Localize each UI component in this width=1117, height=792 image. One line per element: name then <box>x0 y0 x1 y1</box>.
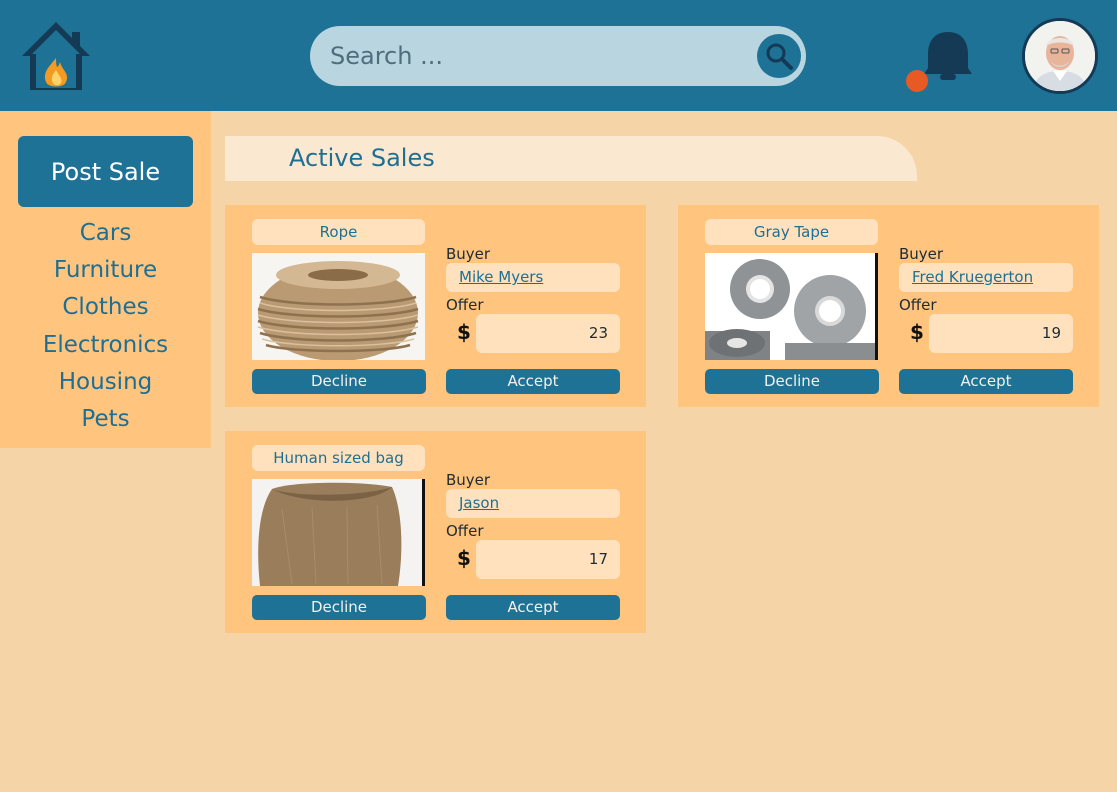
accept-button[interactable]: Accept <box>899 369 1073 394</box>
buyer-name-link[interactable]: Jason <box>459 494 499 512</box>
offer-amount: 23 <box>476 314 620 353</box>
buyer-name-link[interactable]: Fred Kruegerton <box>912 268 1033 286</box>
category-furniture[interactable]: Furniture <box>0 252 211 289</box>
gray-tape-image[interactable] <box>705 253 878 360</box>
category-list: Cars Furniture Clothes Electronics Housi… <box>0 215 211 438</box>
currency-symbol: $ <box>910 320 924 344</box>
accept-button[interactable]: Accept <box>446 369 620 394</box>
sale-card: Gray Tape Buyer Fred Kruegerton Offer $ … <box>678 205 1099 407</box>
category-electronics[interactable]: Electronics <box>0 327 211 364</box>
search-input[interactable] <box>330 36 740 76</box>
offer-amount: 17 <box>476 540 620 579</box>
bell-icon <box>906 32 972 92</box>
item-title: Gray Tape <box>705 219 878 245</box>
decline-button[interactable]: Decline <box>252 369 426 394</box>
notification-dot <box>906 70 928 92</box>
notification-bell-button[interactable] <box>902 26 978 94</box>
avatar[interactable] <box>1022 18 1098 94</box>
offer-amount: 19 <box>929 314 1073 353</box>
post-sale-button[interactable]: Post Sale <box>18 136 193 207</box>
sale-card: Human sized bag Buyer Jason Offer $ 17 D… <box>225 431 646 633</box>
category-clothes[interactable]: Clothes <box>0 289 211 326</box>
buyer-field: Mike Myers <box>446 263 620 292</box>
item-title: Rope <box>252 219 425 245</box>
sale-card: Rope Buyer Mike Myers Offer $ 23 Decline… <box>225 205 646 407</box>
section-header: Active Sales <box>225 136 917 181</box>
bag-image[interactable] <box>252 479 425 586</box>
search-icon <box>766 43 793 70</box>
top-header <box>0 0 1117 111</box>
category-cars[interactable]: Cars <box>0 215 211 252</box>
search-button[interactable] <box>757 34 801 78</box>
decline-button[interactable]: Decline <box>252 595 426 620</box>
rope-image[interactable] <box>252 253 425 360</box>
offer-label: Offer <box>899 296 937 314</box>
house-fire-icon[interactable] <box>20 18 92 92</box>
buyer-label: Buyer <box>899 245 944 263</box>
offer-label: Offer <box>446 522 484 540</box>
buyer-label: Buyer <box>446 471 491 489</box>
search-bar <box>310 26 806 86</box>
currency-symbol: $ <box>457 546 471 570</box>
item-title: Human sized bag <box>252 445 425 471</box>
user-avatar-image <box>1025 21 1095 91</box>
offer-label: Offer <box>446 296 484 314</box>
sidebar: Post Sale Cars Furniture Clothes Electro… <box>0 111 211 448</box>
buyer-field: Fred Kruegerton <box>899 263 1073 292</box>
accept-button[interactable]: Accept <box>446 595 620 620</box>
page-title: Active Sales <box>289 144 435 172</box>
buyer-label: Buyer <box>446 245 491 263</box>
buyer-name-link[interactable]: Mike Myers <box>459 268 543 286</box>
decline-button[interactable]: Decline <box>705 369 879 394</box>
category-pets[interactable]: Pets <box>0 401 211 438</box>
category-housing[interactable]: Housing <box>0 364 211 401</box>
currency-symbol: $ <box>457 320 471 344</box>
buyer-field: Jason <box>446 489 620 518</box>
